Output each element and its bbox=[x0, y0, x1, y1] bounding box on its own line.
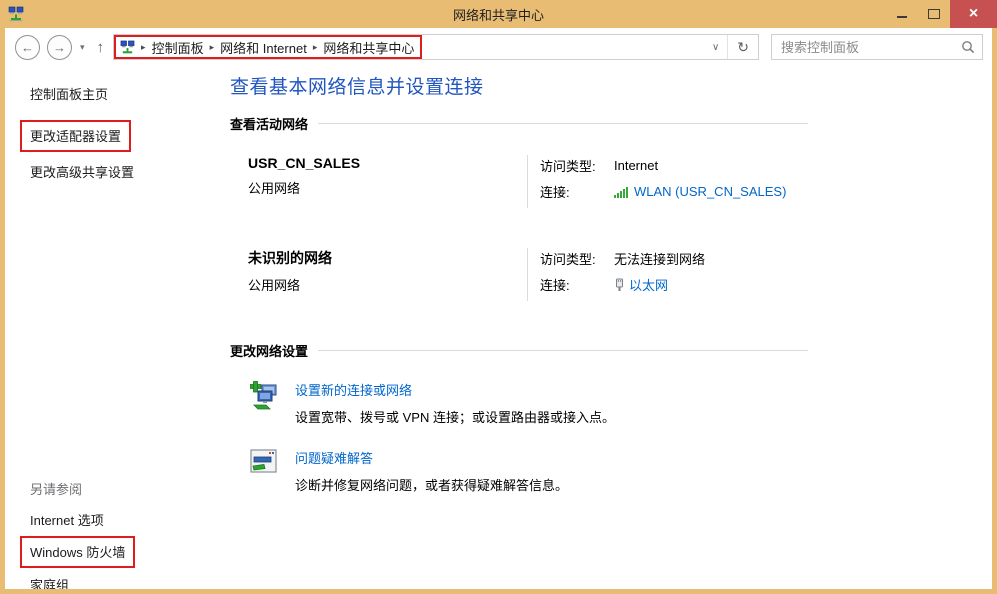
window-controls: × bbox=[886, 0, 997, 28]
section-rule bbox=[318, 350, 808, 351]
network-row-ethernet: 未识别的网络 公用网络 访问类型: 无法连接到网络 连接: bbox=[248, 248, 808, 301]
refresh-button[interactable]: ↻ bbox=[728, 39, 758, 56]
troubleshoot-description: 诊断并修复网络问题，或者获得疑难解答信息。 bbox=[295, 475, 568, 494]
access-type-label: 访问类型: bbox=[540, 249, 614, 268]
task-troubleshoot: 问题疑难解答 诊断并修复网络问题，或者获得疑难解答信息。 bbox=[250, 448, 808, 494]
breadcrumb-separator-icon: ▸ bbox=[141, 42, 146, 53]
breadcrumb-network-sharing-center[interactable]: 网络和共享中心 bbox=[323, 38, 414, 57]
up-arrow-icon: ↑ bbox=[97, 39, 105, 56]
close-button[interactable]: × bbox=[950, 0, 997, 28]
forward-icon: → bbox=[53, 41, 66, 54]
wlan-connection-link[interactable]: WLAN (USR_CN_SALES) bbox=[634, 184, 786, 199]
network-row-wlan: USR_CN_SALES 公用网络 访问类型: Internet 连接: bbox=[248, 155, 808, 208]
window-border-right bbox=[992, 28, 997, 594]
setup-connection-link[interactable]: 设置新的连接或网络 bbox=[295, 383, 412, 398]
network-profile: 公用网络 bbox=[248, 275, 527, 294]
ethernet-connection-link[interactable]: 以太网 bbox=[629, 275, 668, 294]
ethernet-plug-icon bbox=[614, 278, 625, 292]
back-button[interactable]: ← bbox=[15, 35, 40, 60]
active-networks-header-label: 查看活动网络 bbox=[230, 114, 308, 133]
search-icon[interactable] bbox=[961, 40, 975, 54]
window-border-bottom bbox=[0, 589, 997, 594]
change-network-settings-header: 更改网络设置 bbox=[230, 341, 808, 360]
titlebar: 网络和共享中心 × bbox=[0, 0, 997, 28]
see-also-header: 另请参阅 bbox=[30, 479, 135, 498]
main-content: 查看基本网络信息并设置连接 查看活动网络 USR_CN_SALES 公用网络 访… bbox=[230, 72, 808, 516]
navigation-toolbar: ← → ▾ ↑ ▸ 控制面板 ▸ 网络和 Internet ▸ 网络和共享中心 bbox=[5, 28, 992, 66]
up-button[interactable]: ↑ bbox=[97, 39, 105, 56]
maximize-icon bbox=[928, 9, 940, 19]
sidebar-top: 控制面板主页 更改适配器设置 更改高级共享设置 bbox=[30, 84, 134, 181]
sidebar-item-advanced-sharing-settings[interactable]: 更改高级共享设置 bbox=[30, 162, 134, 181]
active-networks-list: USR_CN_SALES 公用网络 访问类型: Internet 连接: bbox=[248, 155, 808, 301]
forward-button[interactable]: → bbox=[47, 35, 72, 60]
minimize-button[interactable] bbox=[886, 0, 918, 28]
close-icon: × bbox=[969, 6, 978, 22]
page-title: 查看基本网络信息并设置连接 bbox=[230, 72, 808, 99]
back-icon: ← bbox=[21, 41, 34, 54]
network-name: USR_CN_SALES bbox=[248, 155, 527, 171]
change-settings-header-label: 更改网络设置 bbox=[230, 341, 308, 360]
network-details: 访问类型: Internet 连接: bbox=[528, 155, 786, 208]
breadcrumb-network-internet[interactable]: 网络和 Internet bbox=[220, 38, 307, 57]
window-border-left bbox=[0, 28, 5, 594]
minimize-icon bbox=[897, 16, 907, 18]
breadcrumb-annotation-box: ▸ 控制面板 ▸ 网络和 Internet ▸ 网络和共享中心 bbox=[114, 35, 422, 59]
network-info: 未识别的网络 公用网络 bbox=[248, 248, 528, 301]
sidebar-item-windows-firewall[interactable]: Windows 防火墙 bbox=[30, 545, 125, 560]
network-app-icon bbox=[8, 6, 24, 22]
setup-connection-description: 设置宽带、拨号或 VPN 连接；或设置路由器或接入点。 bbox=[295, 407, 615, 426]
search-box[interactable] bbox=[771, 34, 983, 60]
address-bar[interactable]: ▸ 控制面板 ▸ 网络和 Internet ▸ 网络和共享中心 ∨ ↻ bbox=[113, 34, 759, 60]
connection-label: 连接: bbox=[540, 182, 614, 201]
network-details: 访问类型: 无法连接到网络 连接: bbox=[528, 248, 705, 301]
connection-label: 连接: bbox=[540, 275, 614, 294]
section-rule bbox=[318, 123, 808, 124]
network-name: 未识别的网络 bbox=[248, 248, 527, 268]
refresh-icon: ↻ bbox=[737, 39, 749, 55]
breadcrumb-control-panel[interactable]: 控制面板 bbox=[152, 38, 204, 57]
sidebar-item-control-panel-home[interactable]: 控制面板主页 bbox=[30, 84, 134, 103]
network-info: USR_CN_SALES 公用网络 bbox=[248, 155, 528, 208]
access-type-value: Internet bbox=[614, 158, 658, 173]
history-dropdown-button[interactable]: ▾ bbox=[79, 42, 86, 53]
sidebar-see-also: 另请参阅 Internet 选项 Windows 防火墙 家庭组 bbox=[30, 479, 135, 594]
window-title: 网络和共享中心 bbox=[0, 5, 997, 24]
nav-button-cluster: ← → ▾ ↑ bbox=[15, 35, 104, 60]
breadcrumb-network-icon bbox=[120, 40, 135, 55]
maximize-button[interactable] bbox=[918, 0, 950, 28]
adapter-settings-annotation-box: 更改适配器设置 bbox=[20, 120, 131, 152]
network-profile: 公用网络 bbox=[248, 178, 527, 197]
address-dropdown-button[interactable]: ∨ bbox=[704, 42, 727, 53]
chevron-down-icon: ∨ bbox=[712, 42, 719, 53]
troubleshoot-icon[interactable] bbox=[250, 448, 282, 494]
search-input[interactable] bbox=[779, 39, 961, 56]
new-connection-icon[interactable] bbox=[250, 380, 282, 426]
active-networks-header: 查看活动网络 bbox=[230, 114, 808, 133]
sidebar-item-change-adapter-settings[interactable]: 更改适配器设置 bbox=[30, 129, 121, 144]
breadcrumb-separator-icon: ▸ bbox=[313, 42, 318, 53]
windows-firewall-annotation-box: Windows 防火墙 bbox=[20, 536, 135, 568]
access-type-label: 访问类型: bbox=[540, 156, 614, 175]
breadcrumb-separator-icon: ▸ bbox=[210, 42, 215, 53]
sidebar-item-internet-options[interactable]: Internet 选项 bbox=[30, 510, 135, 529]
wifi-signal-icon bbox=[614, 186, 630, 198]
access-type-value: 无法连接到网络 bbox=[614, 249, 705, 268]
task-setup-new-connection: 设置新的连接或网络 设置宽带、拨号或 VPN 连接；或设置路由器或接入点。 bbox=[250, 380, 808, 426]
network-tasks: 设置新的连接或网络 设置宽带、拨号或 VPN 连接；或设置路由器或接入点。 问题… bbox=[250, 380, 808, 494]
troubleshoot-link[interactable]: 问题疑难解答 bbox=[295, 451, 373, 466]
chevron-down-icon: ▾ bbox=[80, 42, 85, 52]
